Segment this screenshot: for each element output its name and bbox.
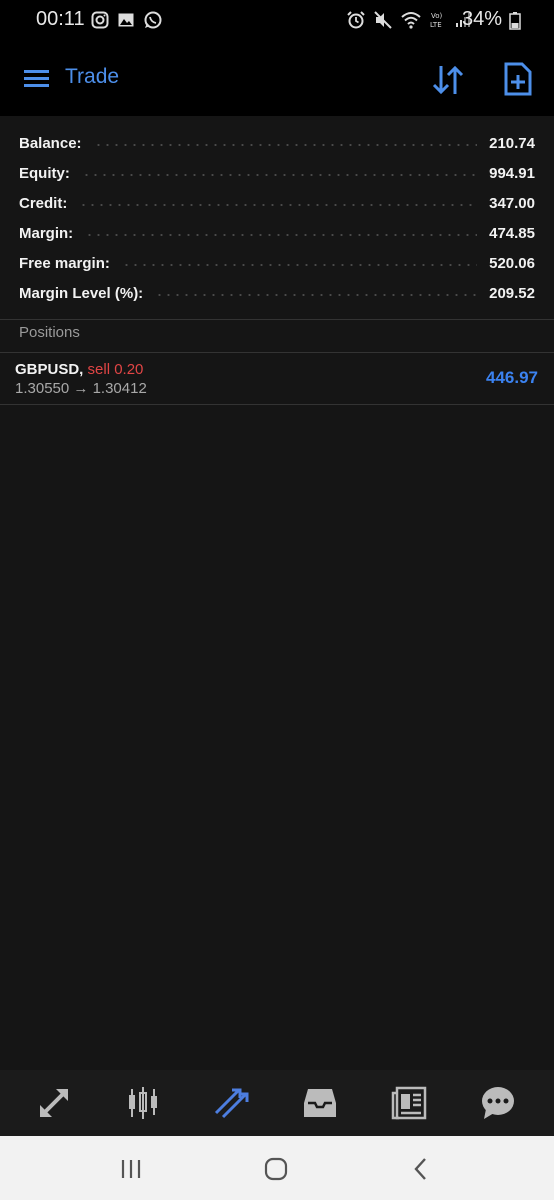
menu-button[interactable] xyxy=(22,64,52,94)
add-document-icon xyxy=(504,62,532,96)
page-title: Trade xyxy=(65,65,120,88)
news-icon xyxy=(391,1086,427,1120)
home-button[interactable] xyxy=(261,1154,291,1184)
status-time: 00:11 xyxy=(36,8,85,30)
sort-arrows-icon xyxy=(432,65,464,95)
status-bar: 00:11 Vo) LTE 34% xyxy=(0,0,554,40)
dotted-leader xyxy=(81,174,478,176)
position-profit: 446.97 xyxy=(486,368,538,387)
account-summary: Balance: 210.74 Equity: 994.91 Credit: 3… xyxy=(0,116,554,308)
trade-icon xyxy=(214,1088,249,1119)
system-nav-bar xyxy=(0,1136,554,1200)
summary-label: Margin: xyxy=(19,224,74,242)
summary-value: 209.52 xyxy=(489,284,535,302)
battery-percent: 34% xyxy=(461,8,502,30)
summary-value: 520.06 xyxy=(489,254,535,272)
divider xyxy=(0,319,554,320)
history-icon xyxy=(304,1089,336,1117)
quotes-icon xyxy=(40,1089,68,1117)
nav-quotes[interactable] xyxy=(34,1085,74,1121)
system-status-icons: Vo) LTE xyxy=(346,10,472,30)
nav-chart[interactable] xyxy=(123,1085,163,1121)
dotted-leader xyxy=(155,294,478,296)
battery-icon xyxy=(509,12,521,30)
price-arrow: → xyxy=(73,380,89,397)
summary-row-equity: Equity: 994.91 xyxy=(0,158,554,188)
summary-label: Margin Level (%): xyxy=(19,284,144,302)
sort-button[interactable] xyxy=(430,62,466,98)
recent-apps-button[interactable] xyxy=(116,1154,146,1184)
position-prices: 1.30550 → 1.30412 xyxy=(15,380,147,397)
summary-label: Credit: xyxy=(19,194,68,212)
summary-value: 994.91 xyxy=(489,164,535,182)
summary-value: 210.74 xyxy=(489,134,535,152)
trade-content: Balance: 210.74 Equity: 994.91 Credit: 3… xyxy=(0,116,554,1070)
nav-history[interactable] xyxy=(300,1085,340,1121)
back-icon xyxy=(414,1158,426,1180)
wifi-icon xyxy=(401,12,421,29)
volte-icon: Vo) LTE xyxy=(430,12,443,29)
chat-icon xyxy=(482,1087,514,1119)
bottom-nav xyxy=(0,1070,554,1136)
chart-icon xyxy=(129,1087,157,1119)
dotted-leader xyxy=(85,234,478,236)
summary-label: Equity: xyxy=(19,164,70,182)
position-item[interactable]: GBPUSD, sell 0.20 1.30550 → 1.30412 446.… xyxy=(0,352,554,404)
svg-text:LTE: LTE xyxy=(430,21,442,29)
summary-row-free-margin: Free margin: 520.06 xyxy=(0,248,554,278)
summary-value: 474.85 xyxy=(489,224,535,242)
notification-icons xyxy=(91,10,163,30)
summary-value: 347.00 xyxy=(489,194,535,212)
summary-label: Balance: xyxy=(19,134,82,152)
gallery-icon xyxy=(118,13,134,27)
summary-row-balance: Balance: 210.74 xyxy=(0,128,554,158)
summary-row-credit: Credit: 347.00 xyxy=(0,188,554,218)
current-price: 1.30412 xyxy=(92,380,147,397)
new-order-button[interactable] xyxy=(502,61,534,97)
recent-apps-icon xyxy=(121,1160,141,1178)
summary-row-margin: Margin: 474.85 xyxy=(0,218,554,248)
symbol-name: GBPUSD, xyxy=(15,361,84,378)
positions-header: Positions xyxy=(19,324,80,341)
instagram-icon xyxy=(91,11,109,29)
position-side: sell 0.20 xyxy=(87,361,144,378)
summary-label: Free margin: xyxy=(19,254,110,272)
hamburger-icon xyxy=(24,70,49,87)
divider xyxy=(0,404,554,405)
back-button[interactable] xyxy=(406,1154,436,1184)
alarm-icon xyxy=(347,11,365,29)
nav-news[interactable] xyxy=(389,1085,429,1121)
dotted-leader xyxy=(121,264,478,266)
mute-icon xyxy=(374,11,392,29)
nav-trade[interactable] xyxy=(211,1085,251,1121)
summary-row-margin-level: Margin Level (%): 209.52 xyxy=(0,278,554,308)
nav-chat[interactable] xyxy=(478,1085,518,1121)
dotted-leader xyxy=(79,204,478,206)
home-icon xyxy=(264,1157,288,1181)
whatsapp-icon xyxy=(144,11,162,29)
svg-text:Vo): Vo) xyxy=(431,12,443,20)
open-price: 1.30550 xyxy=(15,380,70,397)
app-bar: Trade xyxy=(0,40,554,116)
position-symbol: GBPUSD, sell 0.20 xyxy=(15,361,143,378)
dotted-leader xyxy=(93,144,478,146)
